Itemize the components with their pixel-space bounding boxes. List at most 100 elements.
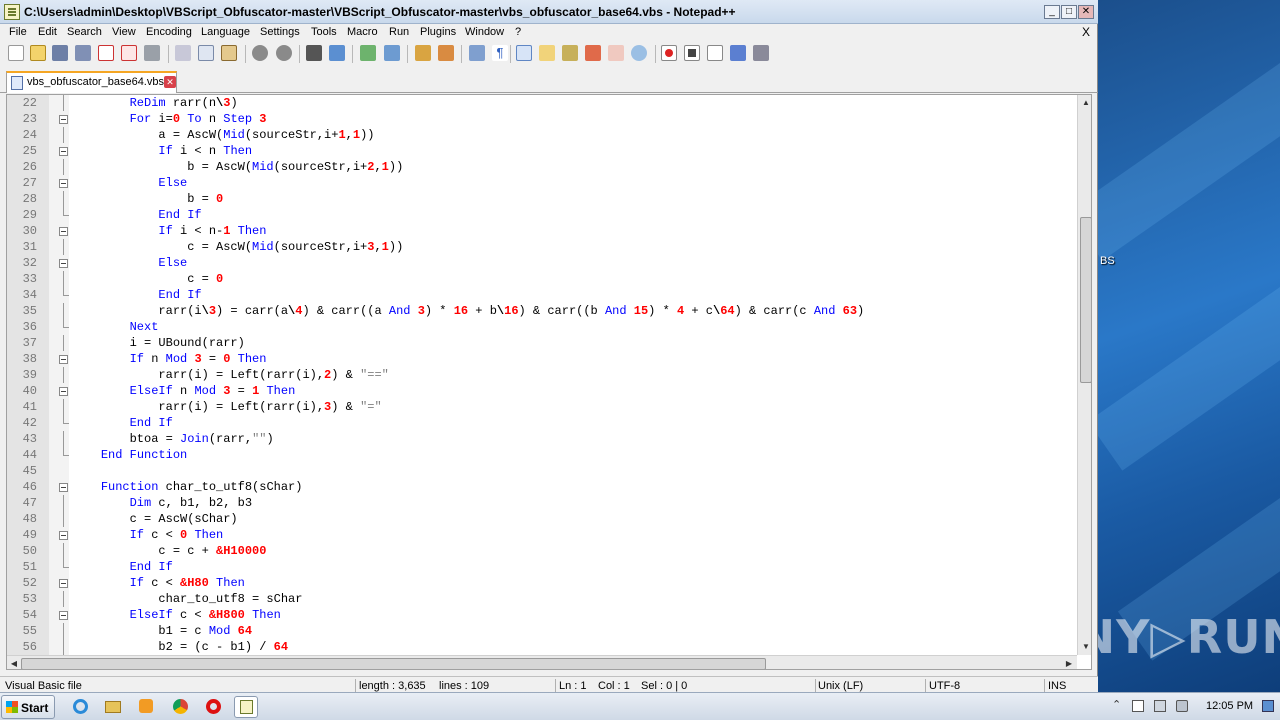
stop-macro-icon[interactable] — [684, 45, 700, 61]
close-document-button[interactable]: X — [1082, 25, 1090, 39]
code-line[interactable]: 37 i = UBound(rarr) — [7, 335, 1077, 351]
redo-icon[interactable] — [276, 45, 292, 61]
show-hidden-icons-icon[interactable]: ⌃ — [1112, 698, 1124, 711]
record-macro-icon[interactable] — [661, 45, 677, 61]
undo-icon[interactable] — [252, 45, 268, 61]
user-lang-icon[interactable] — [539, 45, 555, 61]
find-icon[interactable] — [306, 45, 322, 61]
tab-close-icon[interactable]: ✕ — [164, 76, 176, 88]
sync-vertical-icon[interactable] — [415, 45, 431, 61]
volume-icon[interactable] — [1176, 700, 1188, 712]
menu-run[interactable]: Run — [389, 26, 409, 38]
minimize-button[interactable]: _ — [1044, 5, 1060, 19]
vertical-scroll-thumb[interactable] — [1080, 217, 1091, 383]
fold-toggle-icon[interactable] — [59, 259, 68, 268]
maximize-button[interactable]: □ — [1061, 5, 1077, 19]
run-macro-multiple-icon[interactable] — [730, 45, 746, 61]
menu-language[interactable]: Language — [201, 26, 250, 38]
code-line[interactable]: 32 Else — [7, 255, 1077, 271]
tab-vbs-obfuscator-base64[interactable]: vbs_obfuscator_base64.vbs ✕ — [6, 71, 177, 93]
opera-icon[interactable] — [201, 696, 225, 718]
folder-workspace-icon[interactable] — [608, 45, 624, 61]
code-line[interactable]: 41 rarr(i) = Left(rarr(i),3) & "=" — [7, 399, 1077, 415]
vertical-scrollbar[interactable]: ▲ ▼ — [1077, 95, 1091, 655]
code-line[interactable]: 34 End If — [7, 287, 1077, 303]
chrome-icon[interactable] — [168, 696, 192, 718]
code-line[interactable]: 43 btoa = Join(rarr,"") — [7, 431, 1077, 447]
sync-horizontal-icon[interactable] — [438, 45, 454, 61]
scroll-down-arrow-icon[interactable]: ▼ — [1079, 640, 1091, 654]
code-line[interactable]: 45 — [7, 463, 1077, 479]
code-line[interactable]: 52 If c < &H80 Then — [7, 575, 1077, 591]
close-all-icon[interactable] — [121, 45, 137, 61]
save-all-icon[interactable] — [75, 45, 91, 61]
horizontal-scroll-thumb[interactable] — [21, 658, 766, 669]
fold-toggle-icon[interactable] — [59, 115, 68, 124]
menu-file[interactable]: File — [9, 26, 27, 38]
code-line[interactable]: 42 End If — [7, 415, 1077, 431]
menu-view[interactable]: View — [112, 26, 136, 38]
fold-toggle-icon[interactable] — [59, 147, 68, 156]
code-line[interactable]: 26 b = AscW(Mid(sourceStr,i+2,1)) — [7, 159, 1077, 175]
save-icon[interactable] — [52, 45, 68, 61]
function-list-icon[interactable] — [585, 45, 601, 61]
explorer-icon[interactable] — [101, 696, 125, 718]
scroll-right-arrow-icon[interactable]: ▶ — [1062, 657, 1076, 669]
notepadpp-icon[interactable] — [234, 696, 258, 718]
cut-icon[interactable] — [175, 45, 191, 61]
fold-toggle-icon[interactable] — [59, 611, 68, 620]
code-line[interactable]: 30 If i < n-1 Then — [7, 223, 1077, 239]
code-line[interactable]: 28 b = 0 — [7, 191, 1077, 207]
code-line[interactable]: 47 Dim c, b1, b2, b3 — [7, 495, 1077, 511]
code-line[interactable]: 56 b2 = (c - b1) / 64 — [7, 639, 1077, 655]
network-icon[interactable] — [1154, 700, 1166, 712]
code-line[interactable]: 38 If n Mod 3 = 0 Then — [7, 351, 1077, 367]
save-macro-icon[interactable] — [753, 45, 769, 61]
copy-icon[interactable] — [198, 45, 214, 61]
paste-icon[interactable] — [221, 45, 237, 61]
close-icon[interactable] — [98, 45, 114, 61]
fold-toggle-icon[interactable] — [59, 179, 68, 188]
code-line[interactable]: 29 End If — [7, 207, 1077, 223]
fold-toggle-icon[interactable] — [59, 387, 68, 396]
word-wrap-icon[interactable] — [469, 45, 485, 61]
code-line[interactable]: 24 a = AscW(Mid(sourceStr,i+1,1)) — [7, 127, 1077, 143]
fold-toggle-icon[interactable] — [59, 531, 68, 540]
ie-icon[interactable] — [68, 696, 92, 718]
code-line[interactable]: 36 Next — [7, 319, 1077, 335]
doc-map-icon[interactable] — [562, 45, 578, 61]
code-line[interactable]: 46 Function char_to_utf8(sChar) — [7, 479, 1077, 495]
code-line[interactable]: 51 End If — [7, 559, 1077, 575]
code-line[interactable]: 55 b1 = c Mod 64 — [7, 623, 1077, 639]
code-line[interactable]: 54 ElseIf c < &H800 Then — [7, 607, 1077, 623]
action-center-icon[interactable] — [1132, 700, 1144, 712]
code-line[interactable]: 44 End Function — [7, 447, 1077, 463]
horizontal-scrollbar[interactable]: ◀ ▶ — [7, 655, 1077, 669]
fold-toggle-icon[interactable] — [59, 579, 68, 588]
menu-settings[interactable]: Settings — [260, 26, 300, 38]
start-button[interactable]: Start — [1, 695, 55, 719]
code-line[interactable]: 33 c = 0 — [7, 271, 1077, 287]
menu-window[interactable]: Window — [465, 26, 504, 38]
code-line[interactable]: 25 If i < n Then — [7, 143, 1077, 159]
show-all-chars-icon[interactable]: ¶ — [492, 45, 508, 61]
code-line[interactable]: 40 ElseIf n Mod 3 = 1 Then — [7, 383, 1077, 399]
indent-guide-icon[interactable] — [516, 45, 532, 61]
clock[interactable]: 12:05 PM — [1206, 700, 1253, 712]
print-icon[interactable] — [144, 45, 160, 61]
scroll-up-arrow-icon[interactable]: ▲ — [1079, 96, 1091, 110]
desktop-icon-label[interactable]: BS — [1100, 255, 1115, 267]
replace-icon[interactable] — [329, 45, 345, 61]
menu-tools[interactable]: Tools — [311, 26, 337, 38]
new-icon[interactable] — [8, 45, 24, 61]
code-line[interactable]: 31 c = AscW(Mid(sourceStr,i+3,1)) — [7, 239, 1077, 255]
code-line[interactable]: 27 Else — [7, 175, 1077, 191]
code-line[interactable]: 39 rarr(i) = Left(rarr(i),2) & "==" — [7, 367, 1077, 383]
close-window-button[interactable]: ✕ — [1078, 5, 1094, 19]
menu-encoding[interactable]: Encoding — [146, 26, 192, 38]
title-bar[interactable]: C:\Users\admin\Desktop\VBScript_Obfuscat… — [0, 0, 1098, 24]
notepadpp-app-icon[interactable] — [4, 4, 20, 20]
fold-toggle-icon[interactable] — [59, 483, 68, 492]
open-icon[interactable] — [30, 45, 46, 61]
zoom-out-icon[interactable] — [384, 45, 400, 61]
